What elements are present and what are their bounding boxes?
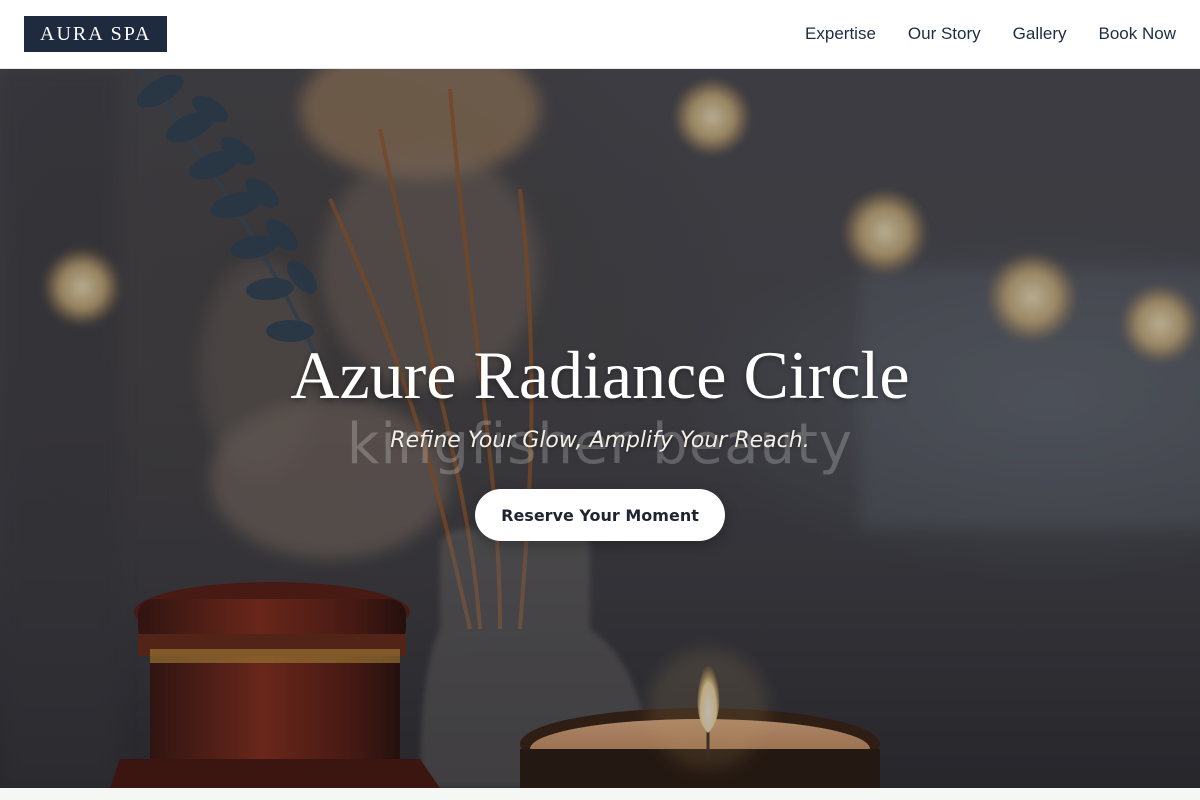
brand-logo[interactable]: AURA SPA <box>24 16 168 52</box>
hero-title: Azure Radiance Circle <box>290 337 910 413</box>
nav-link-gallery[interactable]: Gallery <box>1013 24 1067 44</box>
hero-content: Azure Radiance Circle kingfisher beauty … <box>0 337 1200 541</box>
page-bottom-edge <box>0 788 1200 800</box>
nav-links: Expertise Our Story Gallery Book Now <box>805 24 1176 44</box>
nav-link-our-story[interactable]: Our Story <box>908 24 981 44</box>
nav-link-expertise[interactable]: Expertise <box>805 24 876 44</box>
hero-tagline: Refine Your Glow, Amplify Your Reach. <box>390 428 810 453</box>
tagline-block: kingfisher beauty Refine Your Glow, Ampl… <box>0 415 1200 475</box>
hero-section: Azure Radiance Circle kingfisher beauty … <box>0 69 1200 788</box>
reserve-button[interactable]: Reserve Your Moment <box>475 489 725 541</box>
top-navbar: AURA SPA Expertise Our Story Gallery Boo… <box>0 0 1200 69</box>
nav-link-book-now[interactable]: Book Now <box>1099 24 1176 44</box>
